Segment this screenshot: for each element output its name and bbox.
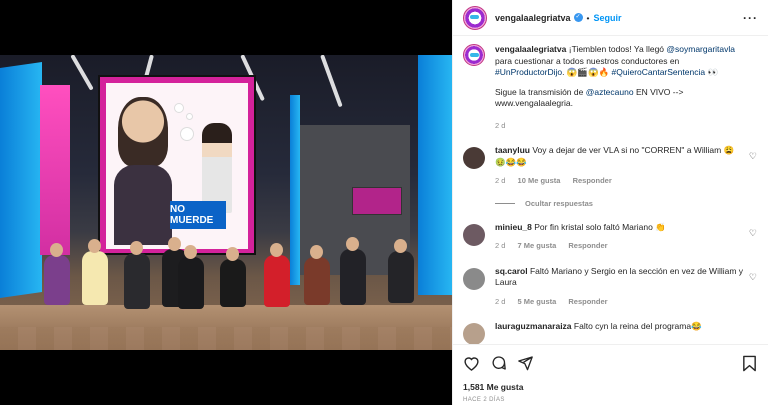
- caption-mention-link-2[interactable]: @aztecauno: [586, 87, 634, 97]
- caption-text-2: para cuestionar a todos nuestros conduct…: [495, 55, 680, 66]
- studio-screen: NO MUERDE: [98, 75, 256, 255]
- post-sidebar: vengalaalegriatva ✓ • Seguir ··· vengala…: [452, 0, 768, 405]
- comment-text: Voy a dejar de ver VLA si no "CORREN" a …: [495, 145, 735, 167]
- comment-likes[interactable]: 7 Me gusta: [518, 241, 557, 250]
- reply-button[interactable]: Responder: [568, 297, 607, 306]
- comment-likes[interactable]: 10 Me gusta: [518, 176, 561, 185]
- post-header: vengalaalegriatva ✓ • Seguir ···: [453, 0, 768, 36]
- heart-icon[interactable]: [463, 355, 480, 371]
- comment-item: taanyluu Voy a dejar de ver VLA si no "C…: [463, 145, 757, 187]
- post-caption: vengalaalegriatva ¡Tiemblen todos! Ya ll…: [463, 44, 757, 131]
- likes-count[interactable]: 1,581 Me gusta: [463, 382, 757, 392]
- reply-button[interactable]: Responder: [568, 241, 607, 250]
- screen-caption: NO MUERDE: [170, 201, 226, 229]
- comment-avatar[interactable]: [463, 223, 485, 246]
- caption-text-5: Sigue la transmisión de: [495, 86, 586, 97]
- post-actions: 1,581 Me gusta HACE 2 DÍAS: [453, 344, 768, 403]
- caption-hashtag-link[interactable]: #UnProductorDijo: [495, 67, 562, 77]
- comment-item: lauraguzmanaraiza Falto cyn la reina del…: [463, 321, 757, 344]
- comment-username[interactable]: lauraguzmanaraiza: [495, 321, 572, 331]
- avatar[interactable]: [463, 5, 487, 30]
- instagram-post-view: NO MUERDE vengalaalegriatva ✓ • Seguir ·…: [0, 0, 768, 405]
- post-media[interactable]: NO MUERDE: [0, 0, 452, 405]
- comment-text: Por fin kristal solo faltó Mariano 👏: [534, 221, 666, 232]
- hide-replies-label: Ocultar respuestas: [525, 198, 593, 208]
- comment-text: Falto cyn la reina del programa😂: [573, 321, 702, 331]
- reply-button[interactable]: Responder: [573, 176, 612, 185]
- share-icon[interactable]: [517, 355, 534, 371]
- follow-button[interactable]: Seguir: [594, 13, 622, 23]
- comment-item: minieu_8 Por fin kristal solo faltó Mari…: [463, 222, 757, 252]
- verified-icon: ✓: [573, 13, 583, 22]
- post-timestamp[interactable]: HACE 2 DÍAS: [463, 397, 757, 403]
- comment-text: Faltó Mariano y Sergio en la sección en …: [495, 265, 744, 288]
- save-icon[interactable]: [742, 355, 757, 372]
- caption-age: 2 d: [495, 120, 506, 130]
- comment-age: 2 d: [495, 296, 506, 306]
- more-options-icon[interactable]: ···: [743, 11, 758, 25]
- comment-avatar[interactable]: [463, 147, 485, 169]
- comment-heart-icon[interactable]: ♡: [749, 228, 757, 239]
- comment-avatar[interactable]: [463, 267, 485, 290]
- separator-dot: •: [586, 12, 590, 23]
- caption-text-4: 👀: [705, 67, 719, 77]
- comment-username[interactable]: sq.carol: [495, 266, 528, 276]
- caption-mention-link[interactable]: @soymargaritavla: [666, 44, 735, 54]
- comment-username[interactable]: minieu_8: [495, 222, 532, 232]
- comment-heart-icon[interactable]: ♡: [749, 151, 757, 162]
- comment-likes[interactable]: 5 Me gusta: [518, 297, 557, 306]
- post-image: NO MUERDE: [0, 55, 452, 350]
- comment-icon[interactable]: [490, 355, 507, 371]
- caption-avatar[interactable]: [463, 44, 485, 66]
- caption-hashtag-link-2[interactable]: #QuieroCantarSentencia: [612, 67, 706, 77]
- comment-age: 2 d: [495, 241, 506, 250]
- comment-age: 2 d: [495, 176, 506, 185]
- comment-item: sq.carol Faltó Mariano y Sergio en la se…: [463, 266, 757, 308]
- post-username[interactable]: vengalaalegriatva: [495, 13, 571, 23]
- caption-text-1: ¡Tiemblen todos! Ya llegó: [568, 44, 667, 54]
- caption-text-3: . 😱🎬😱🔥: [562, 67, 612, 77]
- comment-heart-icon[interactable]: ♡: [749, 272, 757, 283]
- comment-avatar[interactable]: [463, 323, 485, 344]
- caption-username[interactable]: vengalaalegriatva: [495, 44, 566, 54]
- comment-username[interactable]: taanyluu: [495, 145, 530, 155]
- hide-replies-button[interactable]: Ocultar respuestas: [495, 199, 757, 208]
- comments-list[interactable]: vengalaalegriatva ¡Tiemblen todos! Ya ll…: [453, 36, 768, 344]
